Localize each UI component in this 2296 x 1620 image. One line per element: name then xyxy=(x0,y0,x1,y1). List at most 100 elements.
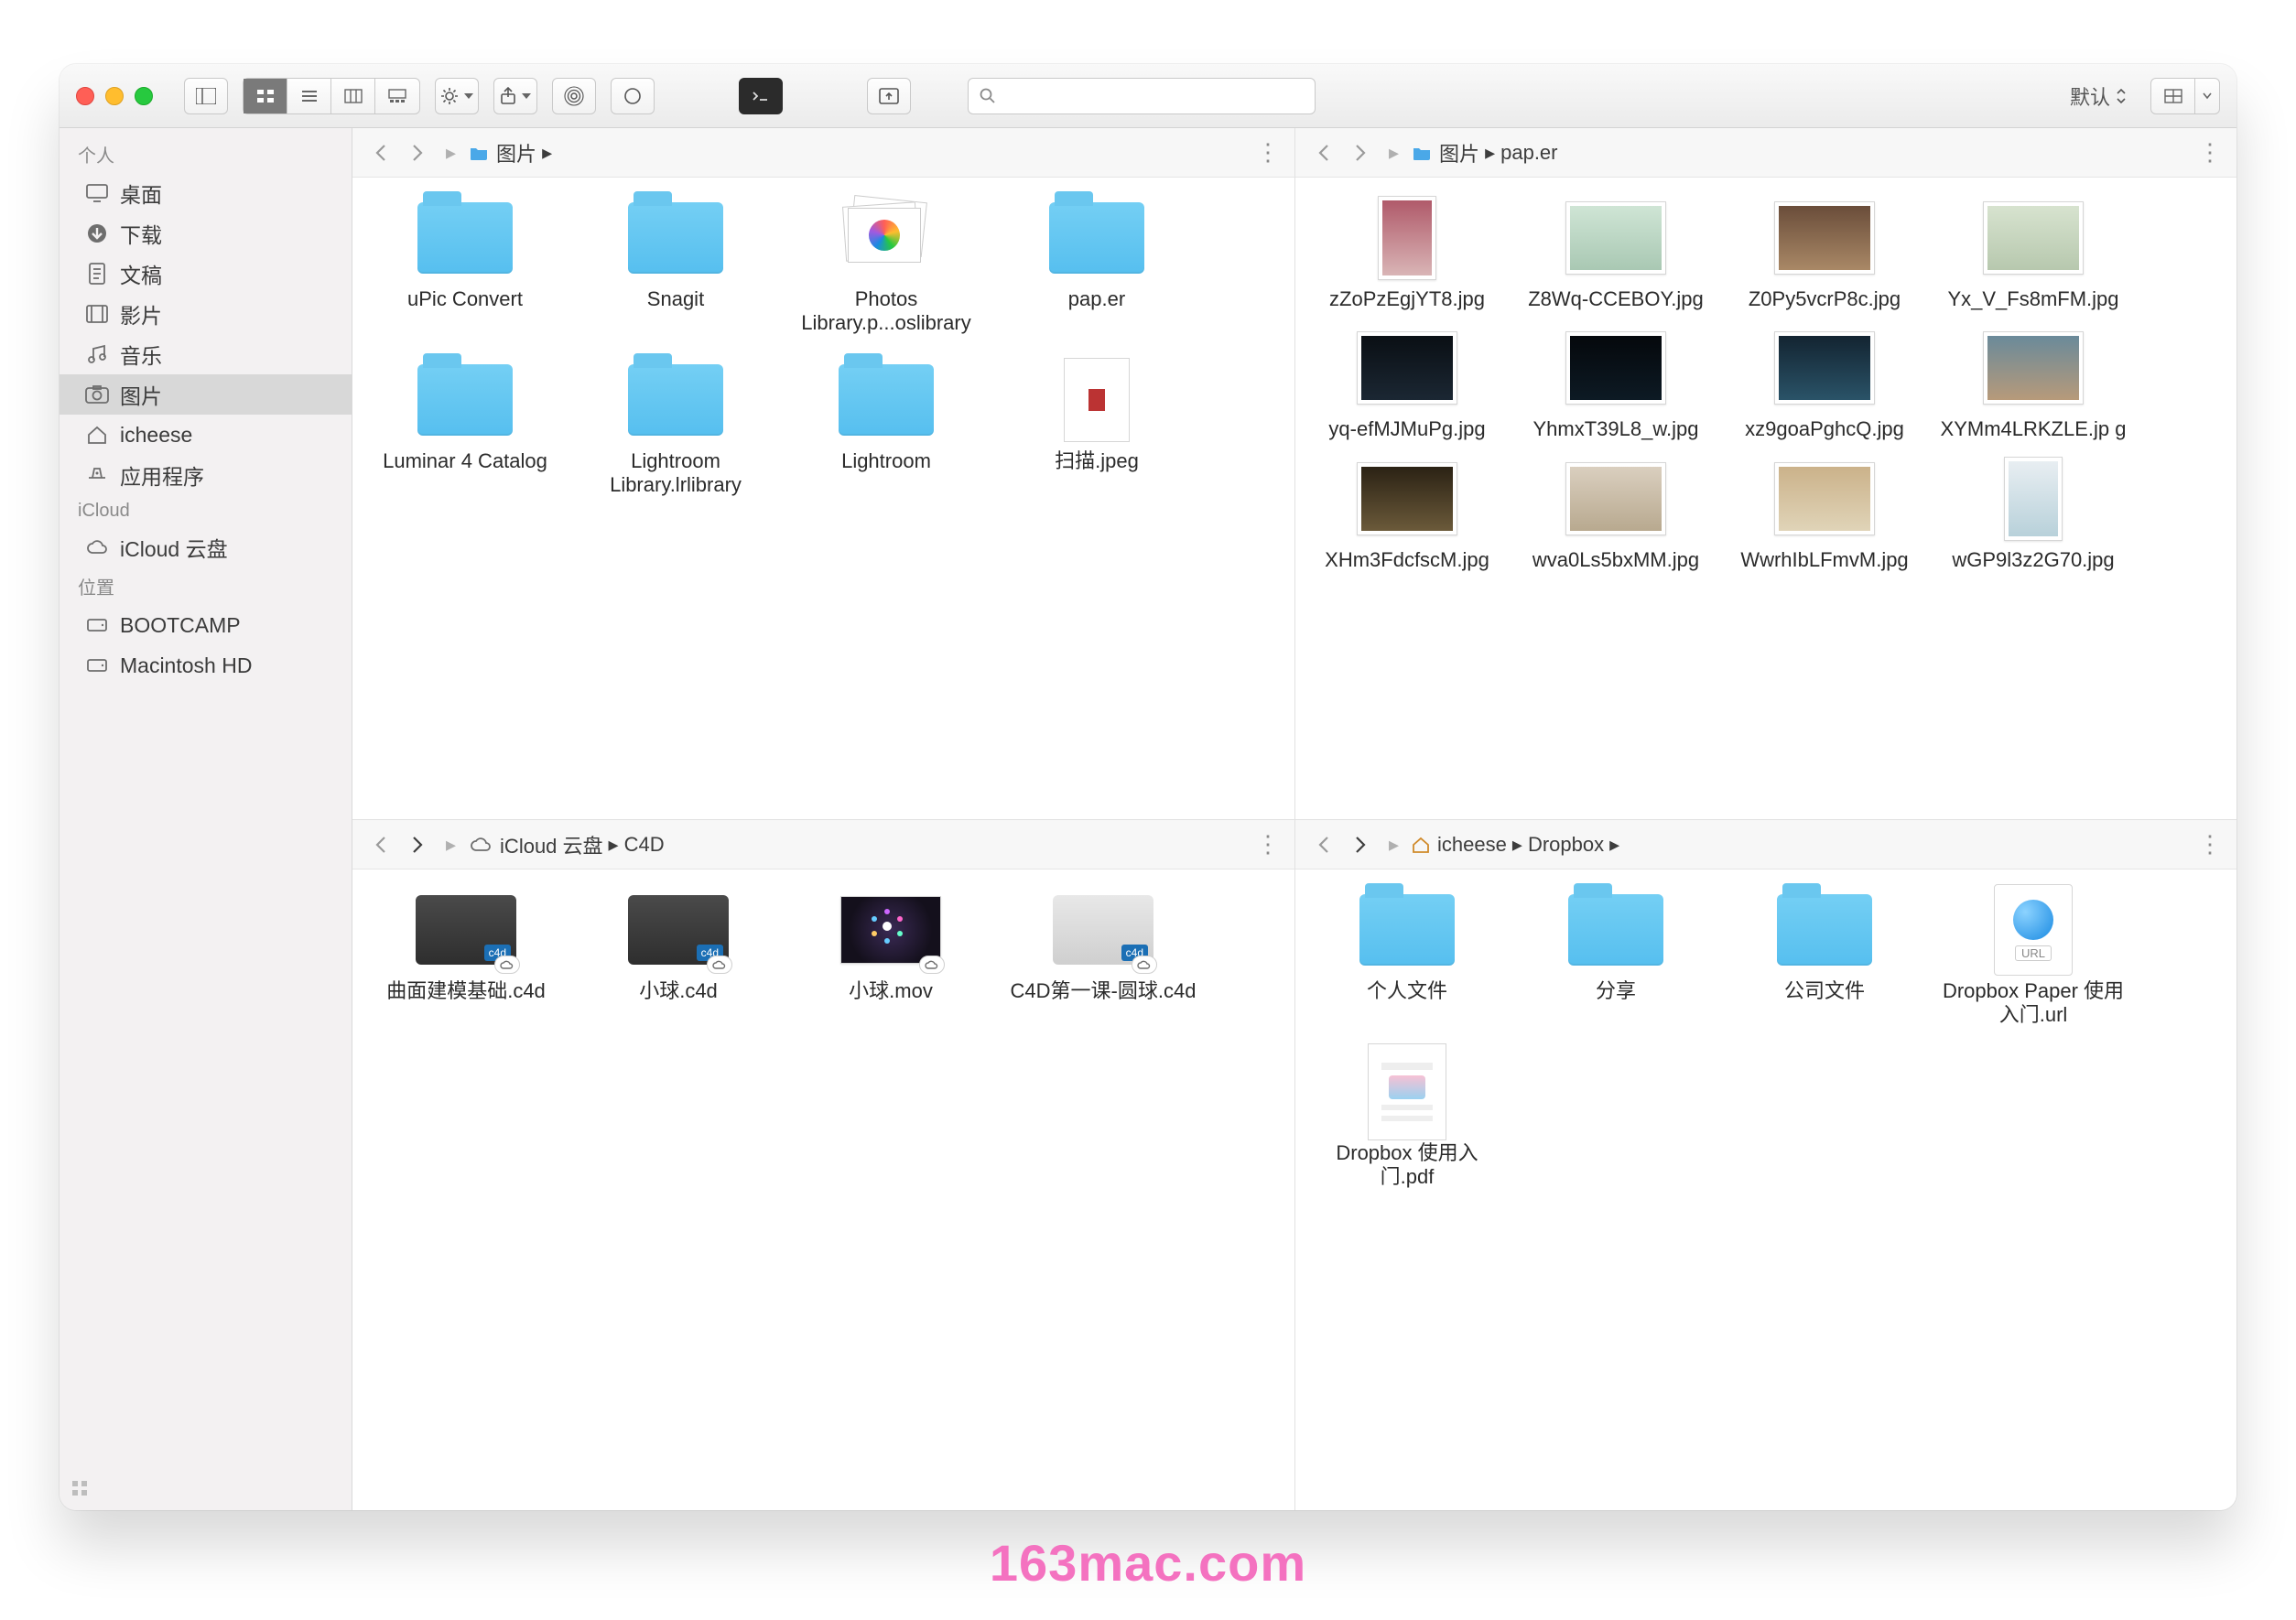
view-icon-button[interactable] xyxy=(244,79,287,113)
sidebar-grid-icon[interactable] xyxy=(70,1479,91,1499)
folder-icon xyxy=(628,202,723,274)
file-label: Lightroom Library.lrlibrary xyxy=(579,449,772,498)
view-mode-segmented[interactable] xyxy=(243,78,420,114)
nav-back-button[interactable] xyxy=(1308,137,1339,168)
nav-back-button[interactable] xyxy=(365,137,396,168)
nav-forward-button[interactable] xyxy=(1345,829,1376,860)
file-item[interactable]: Luminar 4 Catalog xyxy=(360,358,570,498)
file-item[interactable]: uPic Convert xyxy=(360,196,570,336)
file-thumb xyxy=(1565,326,1666,410)
file-item[interactable]: WwrhIbLFmvM.jpg xyxy=(1720,457,1929,572)
view-list-button[interactable] xyxy=(287,79,331,113)
file-item[interactable]: XHm3FdcfscM.jpg xyxy=(1303,457,1511,572)
sidebar-item-label: 影片 xyxy=(120,298,162,329)
file-item[interactable]: pap.er xyxy=(991,196,1202,336)
file-item[interactable]: Dropbox 使用入门.pdf xyxy=(1303,1050,1511,1190)
file-item[interactable]: yq-efMJMuPg.jpg xyxy=(1303,326,1511,441)
single-pane-button[interactable] xyxy=(2151,79,2195,113)
sidebar-item-disk[interactable]: BOOTCAMP xyxy=(60,605,352,645)
sidebar-item-cloud[interactable]: iCloud 云盘 xyxy=(60,527,352,567)
file-item[interactable]: 公司文件 xyxy=(1720,888,1929,1028)
breadcrumb[interactable]: 图片 xyxy=(1412,138,1479,167)
breadcrumb[interactable]: icheese xyxy=(1412,833,1507,857)
breadcrumb[interactable]: Dropbox xyxy=(1528,833,1604,857)
file-item[interactable]: 曲面建模基础.c4d xyxy=(360,888,572,1003)
sidebar-item-label: Macintosh HD xyxy=(120,653,252,678)
terminal-button[interactable] xyxy=(739,78,783,114)
nav-forward-button[interactable] xyxy=(1345,137,1376,168)
action-menu-button[interactable] xyxy=(435,78,479,114)
pane-menu-button[interactable]: ⋮ xyxy=(2198,830,2224,859)
file-item[interactable]: 小球.mov xyxy=(785,888,997,1003)
search-input[interactable] xyxy=(968,78,1316,114)
sidebar-item-label: 下载 xyxy=(120,218,162,249)
chevron-right-icon: ▸ xyxy=(542,141,552,165)
file-item[interactable]: Photos Library.p...oslibrary xyxy=(781,196,991,336)
download-icon xyxy=(85,221,109,245)
file-thumb xyxy=(1357,888,1457,972)
file-item[interactable]: 个人文件 xyxy=(1303,888,1511,1028)
file-item[interactable]: Z8Wq-CCEBOY.jpg xyxy=(1511,196,1720,311)
breadcrumb[interactable]: iCloud 云盘 xyxy=(469,830,602,859)
file-item[interactable]: zZoPzEgjYT8.jpg xyxy=(1303,196,1511,311)
toggle-sidebar-button[interactable] xyxy=(184,78,228,114)
nav-back-button[interactable] xyxy=(1308,829,1339,860)
tags-button[interactable] xyxy=(611,78,655,114)
nav-back-button[interactable] xyxy=(365,829,396,860)
file-item[interactable]: wGP9l3z2G70.jpg xyxy=(1929,457,2138,572)
pane-menu-button[interactable]: ⋮ xyxy=(1256,830,1282,859)
file-item[interactable]: C4D第一课-圆球.c4d xyxy=(997,888,1209,1003)
cloud-badge-icon xyxy=(919,956,945,974)
sidebar-item-download[interactable]: 下载 xyxy=(60,213,352,254)
file-item[interactable]: Snagit xyxy=(570,196,781,336)
pane-layout-segmented[interactable] xyxy=(2150,78,2220,114)
file-item[interactable]: XYMm4LRKZLE.jp g xyxy=(1929,326,2138,441)
file-label: yq-efMJMuPg.jpg xyxy=(1328,417,1485,441)
view-column-button[interactable] xyxy=(331,79,375,113)
file-item[interactable]: Yx_V_Fs8mFM.jpg xyxy=(1929,196,2138,311)
tag-icon xyxy=(623,87,642,105)
share-icon xyxy=(500,87,516,105)
breadcrumb[interactable]: 图片 xyxy=(469,138,536,167)
finder-window: 默认 个人桌面下载文稿影片音乐图片icheese应用程序iCloudiCloud… xyxy=(60,64,2236,1510)
sidebar-item-doc[interactable]: 文稿 xyxy=(60,254,352,294)
open-in-new-button[interactable] xyxy=(867,78,911,114)
titlebar: 默认 xyxy=(60,64,2236,128)
file-item[interactable]: 小球.c4d xyxy=(572,888,785,1003)
breadcrumb[interactable]: C4D xyxy=(624,833,665,857)
nav-forward-button[interactable] xyxy=(402,137,433,168)
file-item[interactable]: Lightroom Library.lrlibrary xyxy=(570,358,781,498)
sidebar-item-photo[interactable]: 图片 xyxy=(60,374,352,415)
minimize-button[interactable] xyxy=(105,87,124,105)
pane-menu-button[interactable]: ⋮ xyxy=(2198,138,2224,167)
file-item[interactable]: Lightroom xyxy=(781,358,991,498)
file-item[interactable]: URLDropbox Paper 使用入门.url xyxy=(1929,888,2138,1028)
pane-layout-drop[interactable] xyxy=(2195,79,2219,113)
sidebar-item-disk[interactable]: Macintosh HD xyxy=(60,645,352,686)
view-gallery-button[interactable] xyxy=(375,79,419,113)
breadcrumb[interactable]: pap.er xyxy=(1500,141,1557,165)
sidebar-item-apps[interactable]: 应用程序 xyxy=(60,455,352,495)
close-button[interactable] xyxy=(76,87,94,105)
file-label: zZoPzEgjYT8.jpg xyxy=(1329,287,1485,311)
zoom-button[interactable] xyxy=(135,87,153,105)
panes-icon xyxy=(2164,89,2182,103)
file-item[interactable]: 扫描.jpeg xyxy=(991,358,1202,498)
pane-menu-button[interactable]: ⋮ xyxy=(1256,138,1282,167)
airdrop-button[interactable] xyxy=(552,78,596,114)
list-view-icon xyxy=(300,89,319,103)
file-item[interactable]: wva0Ls5bxMM.jpg xyxy=(1511,457,1720,572)
share-menu-button[interactable] xyxy=(493,78,537,114)
file-item[interactable]: xz9goaPghcQ.jpg xyxy=(1720,326,1929,441)
sidebar-item-music[interactable]: 音乐 xyxy=(60,334,352,374)
sidebar-item-film[interactable]: 影片 xyxy=(60,294,352,334)
file-item[interactable]: Z0Py5vcrP8c.jpg xyxy=(1720,196,1929,311)
sort-menu[interactable]: 默认 xyxy=(2070,81,2127,111)
sidebar-item-home[interactable]: icheese xyxy=(60,415,352,455)
sidebar-item-desktop[interactable]: 桌面 xyxy=(60,173,352,213)
folder-blue-icon xyxy=(469,145,489,161)
file-item[interactable]: 分享 xyxy=(1511,888,1720,1028)
file-item[interactable]: YhmxT39L8_w.jpg xyxy=(1511,326,1720,441)
nav-forward-button[interactable] xyxy=(402,829,433,860)
file-thumb xyxy=(1053,888,1153,972)
